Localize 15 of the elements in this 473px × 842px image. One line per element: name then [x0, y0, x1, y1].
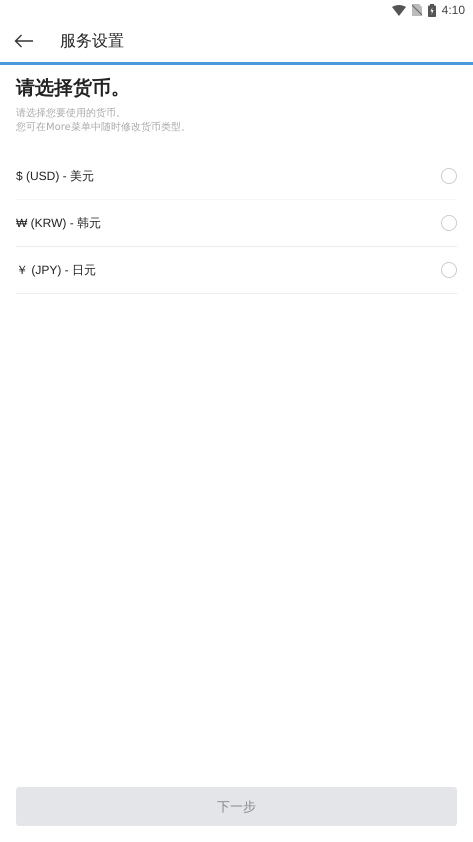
currency-option[interactable]: $ (USD) - 美元: [16, 153, 457, 200]
description-text: 请选择您要使用的货币。: [16, 107, 127, 121]
page-title: 服务设置: [60, 30, 124, 52]
radio-button[interactable]: [441, 262, 457, 278]
radio-button[interactable]: [441, 215, 457, 231]
heading: 请选择货币。: [16, 76, 131, 101]
battery-icon: [428, 4, 436, 16]
status-time: 4:10: [442, 3, 465, 17]
radio-button[interactable]: [441, 168, 457, 184]
currency-option[interactable]: ￥ (JPY) - 日元: [16, 247, 457, 294]
back-arrow-icon[interactable]: [14, 34, 34, 48]
currency-option[interactable]: ₩ (KRW) - 韩元: [16, 200, 457, 247]
description-text: 您可在More菜单中随时修改货币类型。: [16, 121, 192, 135]
no-sim-icon: [412, 4, 422, 16]
wifi-icon: [392, 4, 406, 16]
